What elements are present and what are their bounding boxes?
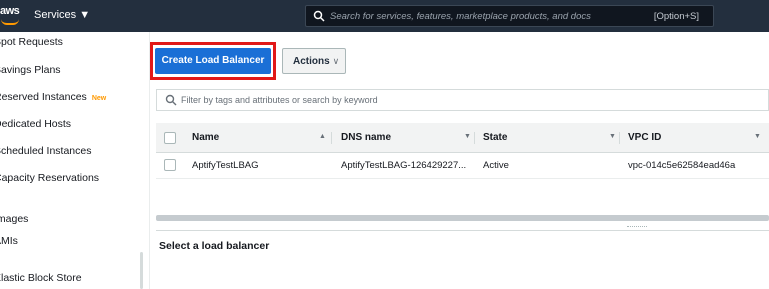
sidebar-item-label: Spot Requests <box>0 36 63 48</box>
sidebar-item-scheduled-instances[interactable]: Scheduled Instances <box>0 145 91 157</box>
column-header-name[interactable]: Name <box>192 132 219 143</box>
top-navigation-bar: aws Services ▼ Search for services, feat… <box>0 0 769 32</box>
filter-input[interactable]: Filter by tags and attributes or search … <box>156 89 769 111</box>
search-shortcut: [Option+S] <box>653 11 699 22</box>
sidebar-item-label: Dedicated Hosts <box>0 118 72 130</box>
column-header-vpc-id[interactable]: VPC ID <box>628 132 661 143</box>
sidebar-item-label: Reserved Instances <box>0 91 87 103</box>
services-menu[interactable]: Services ▼ <box>34 9 90 21</box>
chevron-down-icon: ∨ <box>332 56 340 66</box>
search-placeholder: Search for services, features, marketpla… <box>330 11 591 22</box>
sidebar-item-label: Capacity Reservations <box>0 172 100 184</box>
column-divider <box>619 132 620 144</box>
create-load-balancer-button[interactable]: Create Load Balancer <box>155 48 271 74</box>
search-icon <box>313 10 325 22</box>
sidebar-item-label: Scheduled Instances <box>0 145 92 157</box>
cell-state: Active <box>483 160 509 171</box>
sidebar-item-savings-plans[interactable]: Savings Plans <box>0 64 61 76</box>
cell-vpc-id: vpc-014c5e62584ead46a <box>628 160 736 171</box>
select-all-checkbox[interactable] <box>164 132 176 144</box>
sidebar-heading-elastic-block-store: Elastic Block Store <box>0 272 82 284</box>
table-row[interactable]: AptifyTestLBAG AptifyTestLBAG-126429227.… <box>156 153 769 179</box>
sidebar-item-label: Elastic Block Store <box>0 272 82 284</box>
sort-icon[interactable]: ▼ <box>464 133 471 140</box>
main-content: Create Load Balancer Actions ∨ Filter by … <box>150 32 769 289</box>
sidebar-item-amis[interactable]: AMIs <box>0 235 18 247</box>
new-badge: New <box>91 95 107 102</box>
search-icon <box>165 94 177 106</box>
detail-pane-title: Select a load balancer <box>159 240 270 252</box>
resize-handle[interactable] <box>627 226 647 228</box>
row-checkbox[interactable] <box>164 159 176 171</box>
aws-smile-mark <box>1 19 19 25</box>
sort-icon[interactable]: ▼ <box>609 133 616 140</box>
split-divider <box>156 230 769 231</box>
sidebar-item-dedicated-hosts[interactable]: Dedicated Hosts <box>0 118 71 130</box>
table-header: Name ▲ DNS name ▼ State ▼ VPC ID ▼ <box>156 123 769 153</box>
sidebar: Spot Requests Savings Plans Reserved Ins… <box>0 32 150 289</box>
column-divider <box>474 132 475 144</box>
sidebar-item-label: Savings Plans <box>0 64 61 76</box>
sidebar-scrollbar[interactable] <box>140 252 143 289</box>
aws-logo-text: aws <box>0 5 20 17</box>
aws-logo[interactable]: aws <box>0 4 24 28</box>
column-header-dns-name[interactable]: DNS name <box>341 132 391 143</box>
sidebar-item-label: Images <box>0 213 29 225</box>
horizontal-scrollbar[interactable] <box>156 215 769 221</box>
sort-icon[interactable]: ▼ <box>754 133 761 140</box>
sidebar-heading-images: Images <box>0 213 28 225</box>
sort-ascending-icon[interactable]: ▲ <box>319 133 326 140</box>
actions-button[interactable]: Actions ∨ <box>282 48 346 74</box>
cell-name: AptifyTestLBAG <box>192 160 259 171</box>
sidebar-item-label: AMIs <box>0 235 18 247</box>
filter-placeholder: Filter by tags and attributes or search … <box>181 95 378 105</box>
sidebar-item-capacity-reservations[interactable]: Capacity Reservations <box>0 172 99 184</box>
sidebar-item-spot-requests[interactable]: Spot Requests <box>0 36 63 48</box>
sidebar-item-reserved-instances[interactable]: Reserved Instances New <box>0 91 106 103</box>
actions-label: Actions <box>293 56 330 67</box>
column-header-state[interactable]: State <box>483 132 507 143</box>
search-bar[interactable]: Search for services, features, marketpla… <box>305 5 714 27</box>
cell-dns-name: AptifyTestLBAG-126429227... <box>341 160 467 171</box>
column-divider <box>331 132 332 144</box>
